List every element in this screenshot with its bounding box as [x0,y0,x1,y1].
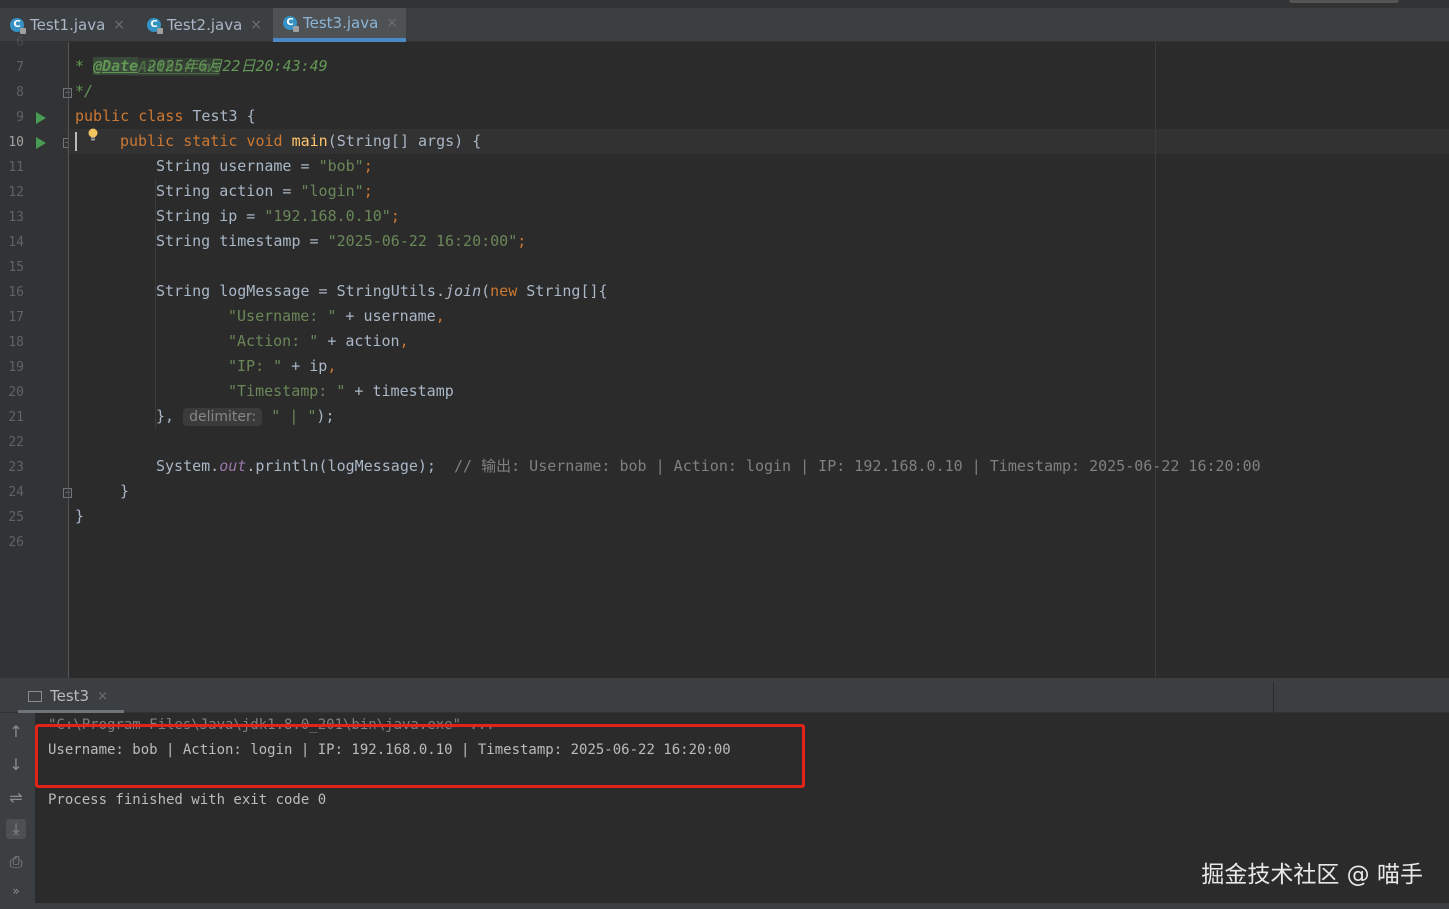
soft-wrap-icon[interactable]: ⇌ [6,788,26,808]
code-line-8: */ [75,82,94,100]
close-icon[interactable]: × [113,17,125,33]
code-line-21: }, delimiter: " | "); [156,407,335,426]
java-class-icon: C [283,16,299,32]
console-icon [28,690,42,702]
code-editor[interactable]: @Author ms * @Date 2025年6月22日20:43:49 */… [69,42,1449,678]
editor-tab-bar: C Test1.java × C Test2.java × C Test3.ja… [0,0,1449,42]
line-number: 22 [8,435,24,450]
line-number: 12 [8,185,24,200]
line-number: 19 [8,360,24,375]
line-number: 11 [8,160,24,175]
code-line-7: * @Date 2025年6月22日20:43:49 [75,57,328,75]
line-number: 17 [8,310,24,325]
line-number: 21 [8,410,24,425]
code-line-24: } [120,482,130,500]
run-gutter-icon[interactable] [36,137,46,149]
tab-label: Test2.java [167,16,243,34]
parameter-hint: delimiter: [183,408,263,426]
run-toolbar: ↑ ↓ ⇌ ⤓ ⎙ » [0,713,35,909]
run-tool-header: Test3 × [0,682,1449,713]
line-number: 18 [8,335,24,350]
code-line-16: String logMessage = StringUtils.join(new… [156,282,608,300]
code-line-13: String ip = "192.168.0.10"; [156,207,400,225]
tab-test2[interactable]: C Test2.java × [137,8,273,42]
console-exit-line: Process finished with exit code 0 [48,792,327,808]
code-line-12: String action = "login"; [156,182,373,200]
scroll-to-end-icon[interactable]: ⤓ [6,819,26,839]
code-line-18: "Action: " + action, [228,332,409,350]
run-tab-test3[interactable]: Test3 × [18,682,124,713]
highlight-box [35,724,805,788]
run-gutter-icon[interactable] [36,112,46,124]
tab-test3[interactable]: C Test3.java × [273,8,406,42]
code-line-11: String username = "bob"; [156,157,373,175]
line-number: 26 [8,535,24,550]
line-number: 23 [8,460,24,475]
line-number: 24 [8,485,24,500]
doc-tag: @Date [93,57,139,75]
code-line-20: "Timestamp: " + timestamp [228,382,454,400]
java-class-icon: C [10,18,26,34]
line-number: 7 [16,60,24,75]
code-line-10: public static void main(String[] args) { [120,132,482,150]
java-class-icon: C [147,18,163,34]
line-number: 10 [8,135,24,150]
code-line-25: } [75,507,85,525]
editor-gutter: 67891011121314151617181920212223242526−−… [0,35,72,678]
top-strip [0,0,1449,8]
line-number: 20 [8,385,24,400]
line-number: 8 [16,85,24,100]
code-line-14: String timestamp = "2025-06-22 16:20:00"… [156,232,527,250]
line-number: 6 [16,35,24,50]
more-icon[interactable]: » [6,881,26,901]
tab-label: Test3.java [303,14,379,32]
arrow-up-icon[interactable]: ↑ [6,722,26,742]
close-icon[interactable]: × [97,689,108,704]
right-margin-guide [1155,42,1156,678]
code-line-19: "IP: " + ip, [228,357,337,375]
line-number: 9 [16,110,24,125]
watermark: 掘金技术社区 @ 喵手 [1201,862,1423,888]
arrow-down-icon[interactable]: ↓ [6,755,26,775]
header-separator [1273,682,1274,713]
corner-widget [1289,0,1399,3]
print-icon[interactable]: ⎙ [6,852,26,872]
lightbulb-icon[interactable] [87,128,99,142]
line-number: 15 [8,260,24,275]
line-number: 25 [8,510,24,525]
line-number: 16 [8,285,24,300]
text-caret [75,132,77,151]
code-line-17: "Username: " + username, [228,307,445,325]
close-icon[interactable]: × [386,15,398,31]
code-line-23: System.out.println(logMessage); // 输出: U… [156,457,1261,475]
status-bar [0,903,1449,909]
close-icon[interactable]: × [250,17,262,33]
line-number: 14 [8,235,24,250]
tab-label: Test1.java [30,16,106,34]
code-line-9: public class Test3 { [75,107,256,125]
inline-comment: // 输出: Username: bob | Action: login | I… [454,457,1261,475]
line-number: 13 [8,210,24,225]
run-tab-label: Test3 [50,687,90,705]
